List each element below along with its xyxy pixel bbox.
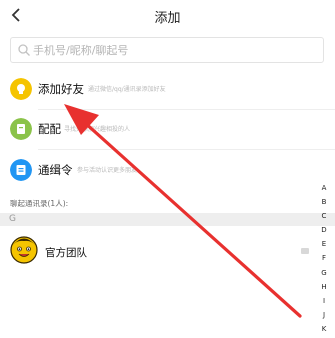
- group-letter: G: [9, 214, 16, 224]
- search-box[interactable]: [10, 37, 324, 63]
- wanted-desc: 参与活动认识更多朋友: [77, 167, 138, 174]
- index-letter-j[interactable]: J: [318, 308, 330, 322]
- group-header: G: [0, 213, 335, 226]
- index-letter-i[interactable]: I: [318, 294, 330, 308]
- contact-name: 官方团队: [45, 247, 87, 259]
- alphabet-index[interactable]: ABCDEFGHIJK: [318, 181, 330, 336]
- add-friend-row[interactable]: 添加好友 通过微信/qq/通讯录添加好友: [0, 72, 335, 110]
- message-icon[interactable]: [301, 248, 309, 254]
- match-icon: [10, 118, 32, 140]
- bulb-icon: [10, 78, 32, 100]
- index-letter-e[interactable]: E: [318, 237, 330, 251]
- index-letter-c[interactable]: C: [318, 209, 330, 223]
- divider: [38, 109, 335, 110]
- add-friend-label: 添加好友: [38, 82, 84, 96]
- page-title: 添加: [154, 11, 181, 26]
- search-icon: [18, 44, 30, 56]
- wanted-icon: [10, 159, 32, 181]
- index-letter-a[interactable]: A: [318, 181, 330, 195]
- contacts-caption: 聊起通讯录(1人):: [10, 199, 69, 208]
- search-input[interactable]: [33, 39, 318, 61]
- index-letter-g[interactable]: G: [318, 266, 330, 280]
- wanted-row[interactable]: 通缉令 参与活动认识更多朋友: [0, 153, 335, 191]
- match-row[interactable]: 配配 寻找并添加兴趣相投的人: [0, 112, 335, 150]
- contact-row[interactable]: 官方团队: [0, 230, 335, 270]
- add-friend-desc: 通过微信/qq/通讯录添加好友: [88, 86, 166, 93]
- match-label: 配配: [38, 122, 61, 136]
- index-letter-b[interactable]: B: [318, 195, 330, 209]
- top-bar: 添加: [0, 0, 335, 32]
- avatar: [10, 236, 38, 264]
- index-letter-k[interactable]: K: [318, 322, 330, 336]
- index-letter-f[interactable]: F: [318, 251, 330, 265]
- wanted-label: 通缉令: [38, 163, 73, 177]
- divider: [38, 149, 335, 150]
- index-letter-d[interactable]: D: [318, 223, 330, 237]
- match-desc: 寻找并添加兴趣相投的人: [64, 126, 131, 133]
- index-letter-h[interactable]: H: [318, 280, 330, 294]
